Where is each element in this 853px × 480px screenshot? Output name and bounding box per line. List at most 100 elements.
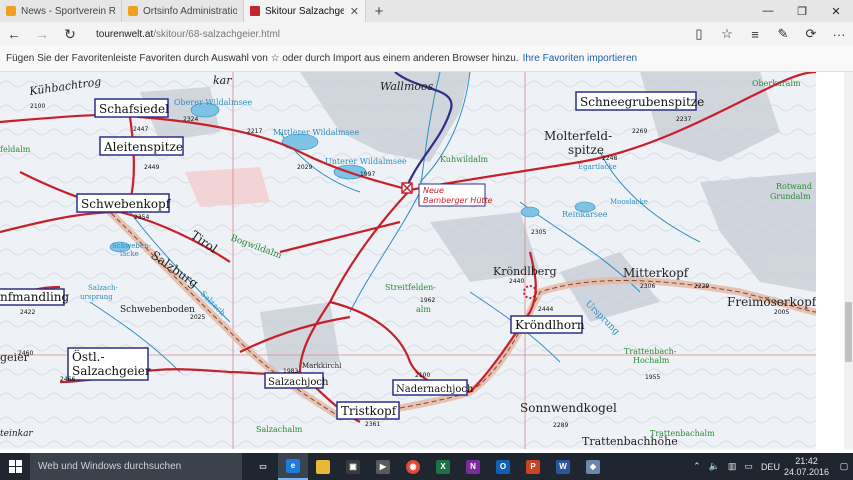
label-trattenbach-hochalm: Trattenbach- [624, 347, 677, 356]
share-icon[interactable]: ⟳ [797, 22, 825, 46]
excel-icon: X [436, 459, 450, 474]
clock[interactable]: 21:42 24.07.2016 [784, 456, 829, 478]
address-path: /skitour/68-salzachgeier.html [153, 28, 280, 40]
onenote-taskbar-button[interactable]: N [458, 453, 488, 480]
more-icon[interactable]: ··· [825, 22, 853, 46]
label-kuhwildalm: Kuhwildalm [440, 155, 489, 164]
label-kar: kar [213, 74, 232, 87]
windows-taskbar: Web und Windows durchsuchen ▭ e ▬ ▣ ▶ ◉ … [0, 453, 853, 480]
scrollbar-thumb[interactable] [845, 302, 852, 362]
favorites-hint: Fügen Sie der Favoritenleiste Favoriten … [6, 53, 519, 64]
elevation-label: 2100 [415, 372, 430, 379]
elevation-label: 2324 [183, 116, 198, 123]
refresh-button[interactable]: ↻ [56, 22, 84, 46]
tab-skitour[interactable]: Skitour Salzachgeier, Tir ✕ [244, 0, 366, 22]
page-scrollbar[interactable] [844, 72, 853, 449]
powerpoint-taskbar-button[interactable]: P [518, 453, 548, 480]
elevation-label: 1955 [645, 374, 660, 381]
label-feldalm: feldalm [0, 145, 31, 154]
search-placeholder: Web und Windows durchsuchen [38, 461, 182, 472]
taskbar-search-box[interactable]: Web und Windows durchsuchen [30, 453, 242, 480]
label-aleitenspitze: Aleitenspitze [103, 140, 183, 154]
elevation-label: 2237 [676, 116, 691, 123]
back-button[interactable]: ← [0, 22, 28, 46]
elevation-label: 2289 [553, 422, 568, 429]
site-logo-icon [250, 6, 260, 16]
label-salzachursprung-2: ursprung [80, 293, 113, 301]
keyboard-language[interactable]: DEU [761, 462, 780, 472]
label-krondlhorn: Kröndlhorn [515, 318, 585, 332]
battery-icon[interactable]: ▭ [744, 461, 753, 472]
label-schafsiedel: Schafsiedel [99, 102, 169, 116]
label-schwebenkopf: Schwebenkopf [81, 197, 172, 211]
topographic-map[interactable]: Neue Bamberger Hütte Schafsiedel Aleiten… [0, 72, 816, 449]
clock-time: 21:42 [795, 455, 818, 466]
edge-icon: e [286, 458, 300, 473]
elevation-label: 2217 [247, 128, 262, 135]
close-icon[interactable]: ✕ [344, 5, 359, 18]
tray-chevron-icon[interactable]: ⌃ [693, 461, 701, 472]
label-rotwand: Rotwand [776, 182, 812, 191]
label-egartlacke: Egartlacke [578, 163, 617, 171]
elevation-label: 2305 [531, 229, 546, 236]
import-favorites-link[interactable]: Ihre Favoriten importieren [523, 53, 638, 64]
chrome-taskbar-button[interactable]: ◉ [398, 453, 428, 480]
elevation-label: 2444 [538, 306, 553, 313]
edge-taskbar-button[interactable]: e [278, 453, 308, 480]
elevation-label: 2025 [190, 314, 205, 321]
onenote-icon: N [466, 459, 480, 474]
minimize-button[interactable]: — [751, 0, 785, 22]
network-icon[interactable]: ▥ [728, 461, 737, 472]
label-wallmoos: Wallmoos [380, 80, 434, 93]
app-icon: ◆ [586, 459, 600, 474]
label-schwebenlacke: Schweben- [112, 242, 151, 250]
tab-ortsinfo[interactable]: Ortsinfo Administration - Be [122, 0, 244, 22]
elevation-label: 2306 [640, 283, 655, 290]
volume-icon[interactable]: 🔈 [709, 461, 720, 472]
forward-button[interactable]: → [28, 22, 56, 46]
label-reinkarsee: Reinkarsee [562, 210, 608, 219]
tab-news[interactable]: News - Sportverein Reith - I [0, 0, 122, 22]
label-markkirchl: Markkirchl [302, 362, 342, 370]
tab-bar: News - Sportverein Reith - I Ortsinfo Ad… [0, 0, 853, 22]
page-content: Neue Bamberger Hütte Schafsiedel Aleiten… [0, 72, 853, 449]
elevation-label: 2248 [602, 155, 617, 162]
hut-label-line1: Neue [423, 186, 444, 195]
start-button[interactable] [0, 453, 30, 480]
address-bar[interactable]: tourenwelt.at/skitour/68-salzachgeier.ht… [96, 29, 685, 40]
store-icon: ▣ [346, 459, 360, 474]
excel-taskbar-button[interactable]: X [428, 453, 458, 480]
outlook-taskbar-button[interactable]: O [488, 453, 518, 480]
label-molterfeld-spitze: spitze [568, 143, 604, 157]
elevation-label: 2229 [694, 283, 709, 290]
maximize-button[interactable]: ❐ [785, 0, 819, 22]
media-taskbar-button[interactable]: ▶ [368, 453, 398, 480]
label-mittlerer-wildalmsee: Mittlerer Wildalmsee [273, 128, 359, 137]
close-window-button[interactable]: ✕ [819, 0, 853, 22]
app-taskbar-button[interactable]: ◆ [578, 453, 608, 480]
favorite-star-icon[interactable]: ☆ [713, 22, 741, 46]
word-taskbar-button[interactable]: W [548, 453, 578, 480]
action-center-icon[interactable]: ▢ [835, 453, 853, 480]
elevation-label: 2460 [18, 350, 33, 357]
elevation-label: 2361 [365, 421, 380, 428]
taskbar-apps: ▭ e ▬ ▣ ▶ ◉ X N O P W ◆ [248, 453, 608, 480]
media-icon: ▶ [376, 459, 390, 474]
task-view-icon: ▭ [259, 462, 267, 471]
label-hochalm: Hochalm [633, 356, 670, 365]
reading-view-icon[interactable]: ▯ [685, 22, 713, 46]
hub-icon[interactable]: ≡ [741, 22, 769, 46]
new-tab-button[interactable]: + [366, 0, 392, 22]
elevation-label: 2466 [60, 376, 75, 383]
explorer-taskbar-button[interactable]: ▬ [308, 453, 338, 480]
label-salzachgeier: Salzachgeier [72, 364, 151, 378]
chrome-icon: ◉ [406, 459, 420, 474]
store-taskbar-button[interactable]: ▣ [338, 453, 368, 480]
pink-zone [185, 167, 270, 207]
elevation-label: 2269 [632, 128, 647, 135]
label-salzachjoch: Salzachjoch [268, 377, 329, 388]
label-oberer-wildalmsee: Oberer Wildalmsee [174, 98, 252, 107]
label-krondlberg: Kröndlberg [493, 265, 557, 278]
web-note-icon[interactable]: ✎ [769, 22, 797, 46]
task-view-button[interactable]: ▭ [248, 453, 278, 480]
